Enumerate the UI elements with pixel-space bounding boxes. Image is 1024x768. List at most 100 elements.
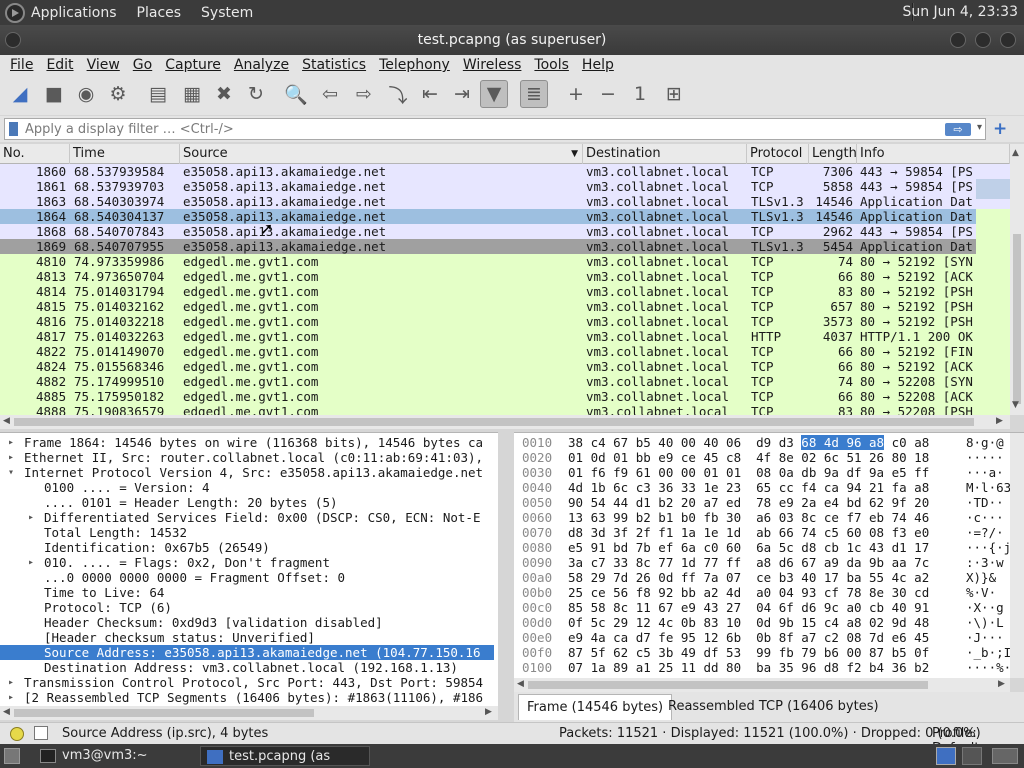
packet-row[interactable]: 1869 68.540707955 e35058.api13.akamaiedge.… (0, 239, 976, 254)
packet-row[interactable]: 1868 68.540707843 e35058.api13.akamaiedge.… (0, 224, 976, 239)
packet-list-hscrollbar[interactable]: ◀ ▶ (0, 415, 1010, 429)
menu-wireless[interactable]: Wireless (463, 57, 522, 73)
resize-columns-icon[interactable]: ⊞ (660, 80, 688, 108)
column-header-length[interactable]: Length (809, 144, 857, 164)
auto-scroll-icon[interactable]: ▼ (480, 80, 508, 108)
go-back-icon[interactable]: ⇦ (316, 80, 344, 108)
packet-list-scroll-thumb[interactable] (1013, 234, 1021, 404)
hex-row[interactable]: 0030 01 f6 f9 61 00 00 01 01 08 0a db 9a … (514, 465, 1024, 480)
column-header-protocol[interactable]: Protocol (747, 144, 809, 164)
find-packet-icon[interactable]: 🔍 (282, 80, 310, 108)
panel-menu-applications[interactable]: Applications (31, 5, 117, 21)
normal-size-icon[interactable]: 1 (626, 80, 654, 108)
window-titlebar[interactable]: test.pcapng (as superuser) (0, 25, 1024, 55)
collapsed-arrow-icon[interactable]: ▸ (8, 435, 14, 450)
packet-list[interactable]: No. Time Source ▼ Destination Protocol L… (0, 144, 1024, 415)
hex-row[interactable]: 0040 4d 1b 6c c3 36 33 1e 23 65 cc f4 ca … (514, 480, 1024, 495)
colorize-icon[interactable]: ≣ (520, 80, 548, 108)
details-hscrollbar[interactable]: ◀ ▶ (0, 706, 498, 720)
minimize-icon[interactable] (950, 32, 966, 48)
hex-row[interactable]: 0050 90 54 44 d1 b2 20 a7 ed 78 e9 2a e4 … (514, 495, 1024, 510)
start-capture-icon[interactable]: ◢ (6, 80, 34, 108)
packet-row[interactable]: 4810 74.973359986 edgedl.me.gvt1.com vm3.co… (0, 254, 976, 269)
detail-node[interactable]: ▸ Ethernet II, Src: router.collabnet.loca… (0, 450, 494, 465)
detail-node[interactable]: ▸ [2 Reassembled TCP Segments (16406 byte… (0, 690, 494, 705)
packet-bytes-view[interactable]: 0010 38 c4 67 b5 40 00 40 06 d9 d3 68 4d … (514, 432, 1024, 678)
go-to-packet-icon[interactable]: ⤵ (384, 80, 412, 108)
column-header-info[interactable]: Info (857, 144, 1010, 164)
hex-row[interactable]: 0100 07 1a 89 a1 25 11 dd 80 ba 35 96 d8 … (514, 660, 1024, 675)
packet-list-vscrollbar[interactable]: ▲ ▼ (1010, 144, 1024, 415)
maximize-icon[interactable] (975, 32, 991, 48)
collapsed-arrow-icon[interactable]: ▸ (8, 690, 14, 705)
detail-node[interactable]: 0100 .... = Version: 4 (0, 480, 494, 495)
filter-history-dropdown-icon[interactable]: ▾ (977, 122, 982, 133)
hex-row[interactable]: 0010 38 c4 67 b5 40 00 40 06 d9 d3 68 4d … (514, 435, 1024, 450)
hex-row[interactable]: 00f0 87 5f 62 c5 3b 49 df 53 99 fb 79 b6 … (514, 645, 1024, 660)
menu-view[interactable]: View (87, 57, 120, 73)
column-header-no[interactable]: No. (0, 144, 70, 164)
workspace-switcher-icon[interactable] (962, 747, 982, 765)
close-window-icon[interactable] (1000, 32, 1016, 48)
hex-row[interactable]: 00b0 25 ce 56 f8 92 bb a2 4d a0 04 93 cf … (514, 585, 1024, 600)
packet-row[interactable]: 4822 75.014149070 edgedl.me.gvt1.com vm3.co… (0, 344, 976, 359)
apply-filter-icon[interactable]: ⇨ (945, 123, 971, 136)
detail-node[interactable]: Protocol: TCP (6) (0, 600, 494, 615)
collapsed-arrow-icon[interactable]: ▸ (8, 450, 14, 465)
open-file-icon[interactable]: ▤ (144, 80, 172, 108)
packet-row[interactable]: 1860 68.537939584 e35058.api13.akamaiedge.… (0, 164, 976, 179)
expert-info-icon[interactable] (10, 727, 24, 741)
workspace-switcher-icon[interactable] (936, 747, 956, 765)
tab-reassembled-tcp[interactable]: Reassembled TCP (16406 bytes) (660, 694, 887, 720)
close-file-icon[interactable]: ✖ (210, 80, 238, 108)
tab-frame-bytes[interactable]: Frame (14546 bytes) (518, 694, 673, 720)
scroll-down-icon[interactable]: ▼ (1012, 400, 1019, 410)
packet-row[interactable]: 1863 68.540303974 e35058.api13.akamaiedge.… (0, 194, 976, 209)
save-file-icon[interactable]: ▦ (178, 80, 206, 108)
packet-row[interactable]: 4824 75.015568346 edgedl.me.gvt1.com vm3.co… (0, 359, 976, 374)
menu-statistics[interactable]: Statistics (302, 57, 366, 73)
collapsed-arrow-icon[interactable]: ▸ (8, 675, 14, 690)
detail-node[interactable]: Identification: 0x67b5 (26549) (0, 540, 494, 555)
taskbar-item-wireshark[interactable]: test.pcapng (as supe… (200, 746, 370, 766)
detail-node[interactable]: ▸ Transmission Control Protocol, Src Port… (0, 675, 494, 690)
details-scroll-left-icon[interactable]: ◀ (3, 707, 10, 717)
bytes-hscroll-thumb[interactable] (528, 681, 928, 689)
details-hscroll-thumb[interactable] (14, 709, 314, 717)
panel-menu-places[interactable]: Places (137, 5, 182, 21)
zoom-in-icon[interactable]: + (562, 80, 590, 108)
hex-row[interactable]: 0090 3a c7 33 8c 77 1d 77 ff a8 d6 67 a9 … (514, 555, 1024, 570)
go-forward-icon[interactable]: ⇨ (350, 80, 378, 108)
detail-node[interactable]: Total Length: 14532 (0, 525, 494, 540)
bytes-vscrollbar[interactable] (1010, 433, 1024, 678)
packet-row[interactable]: 4882 75.174999510 edgedl.me.gvt1.com vm3.co… (0, 374, 976, 389)
detail-node[interactable]: Header Checksum: 0xd9d3 [validation disa… (0, 615, 494, 630)
trash-icon[interactable] (992, 748, 1018, 764)
detail-node[interactable]: ▸ 010. .... = Flags: 0x2, Don't fragment (0, 555, 494, 570)
reload-file-icon[interactable]: ↻ (242, 80, 270, 108)
menu-capture[interactable]: Capture (165, 57, 221, 73)
detail-node[interactable]: .... 0101 = Header Length: 20 bytes (5) (0, 495, 494, 510)
add-filter-button-icon[interactable]: + (993, 119, 1007, 139)
detail-node[interactable]: ▸ Frame 1864: 14546 bytes on wire (116368… (0, 435, 494, 450)
hex-row[interactable]: 00c0 85 58 8c 11 67 e9 43 27 04 6f d6 9c … (514, 600, 1024, 615)
detail-node[interactable]: [Header checksum status: Unverified] (0, 630, 494, 645)
go-last-icon[interactable]: ⇥ (448, 80, 476, 108)
bytes-scroll-right-icon[interactable]: ▶ (998, 679, 1005, 689)
packet-row[interactable]: 4813 74.973650704 edgedl.me.gvt1.com vm3.co… (0, 269, 976, 284)
window-menu-icon[interactable] (5, 32, 21, 48)
hex-row[interactable]: 0080 e5 91 bd 7b ef 6a c0 60 6a 5c d8 cb … (514, 540, 1024, 555)
menu-go[interactable]: Go (133, 57, 152, 73)
scroll-right-icon[interactable]: ▶ (996, 416, 1003, 426)
capture-comment-icon[interactable] (34, 726, 48, 740)
packet-row[interactable]: 4816 75.014032218 edgedl.me.gvt1.com vm3.co… (0, 314, 976, 329)
packet-list-hscroll-thumb[interactable] (14, 418, 974, 426)
menu-help[interactable]: Help (582, 57, 614, 73)
detail-node[interactable]: Destination Address: vm3.collabnet.local… (0, 660, 494, 675)
packet-row[interactable]: 4817 75.014032263 edgedl.me.gvt1.com vm3.co… (0, 329, 976, 344)
detail-node[interactable]: ▸ Differentiated Services Field: 0x00 (DS… (0, 510, 494, 525)
scroll-up-icon[interactable]: ▲ (1012, 148, 1019, 158)
go-first-icon[interactable]: ⇤ (416, 80, 444, 108)
packet-row[interactable]: 4885 75.175950182 edgedl.me.gvt1.com vm3.co… (0, 389, 976, 404)
packet-row[interactable]: 4814 75.014031794 edgedl.me.gvt1.com vm3.co… (0, 284, 976, 299)
